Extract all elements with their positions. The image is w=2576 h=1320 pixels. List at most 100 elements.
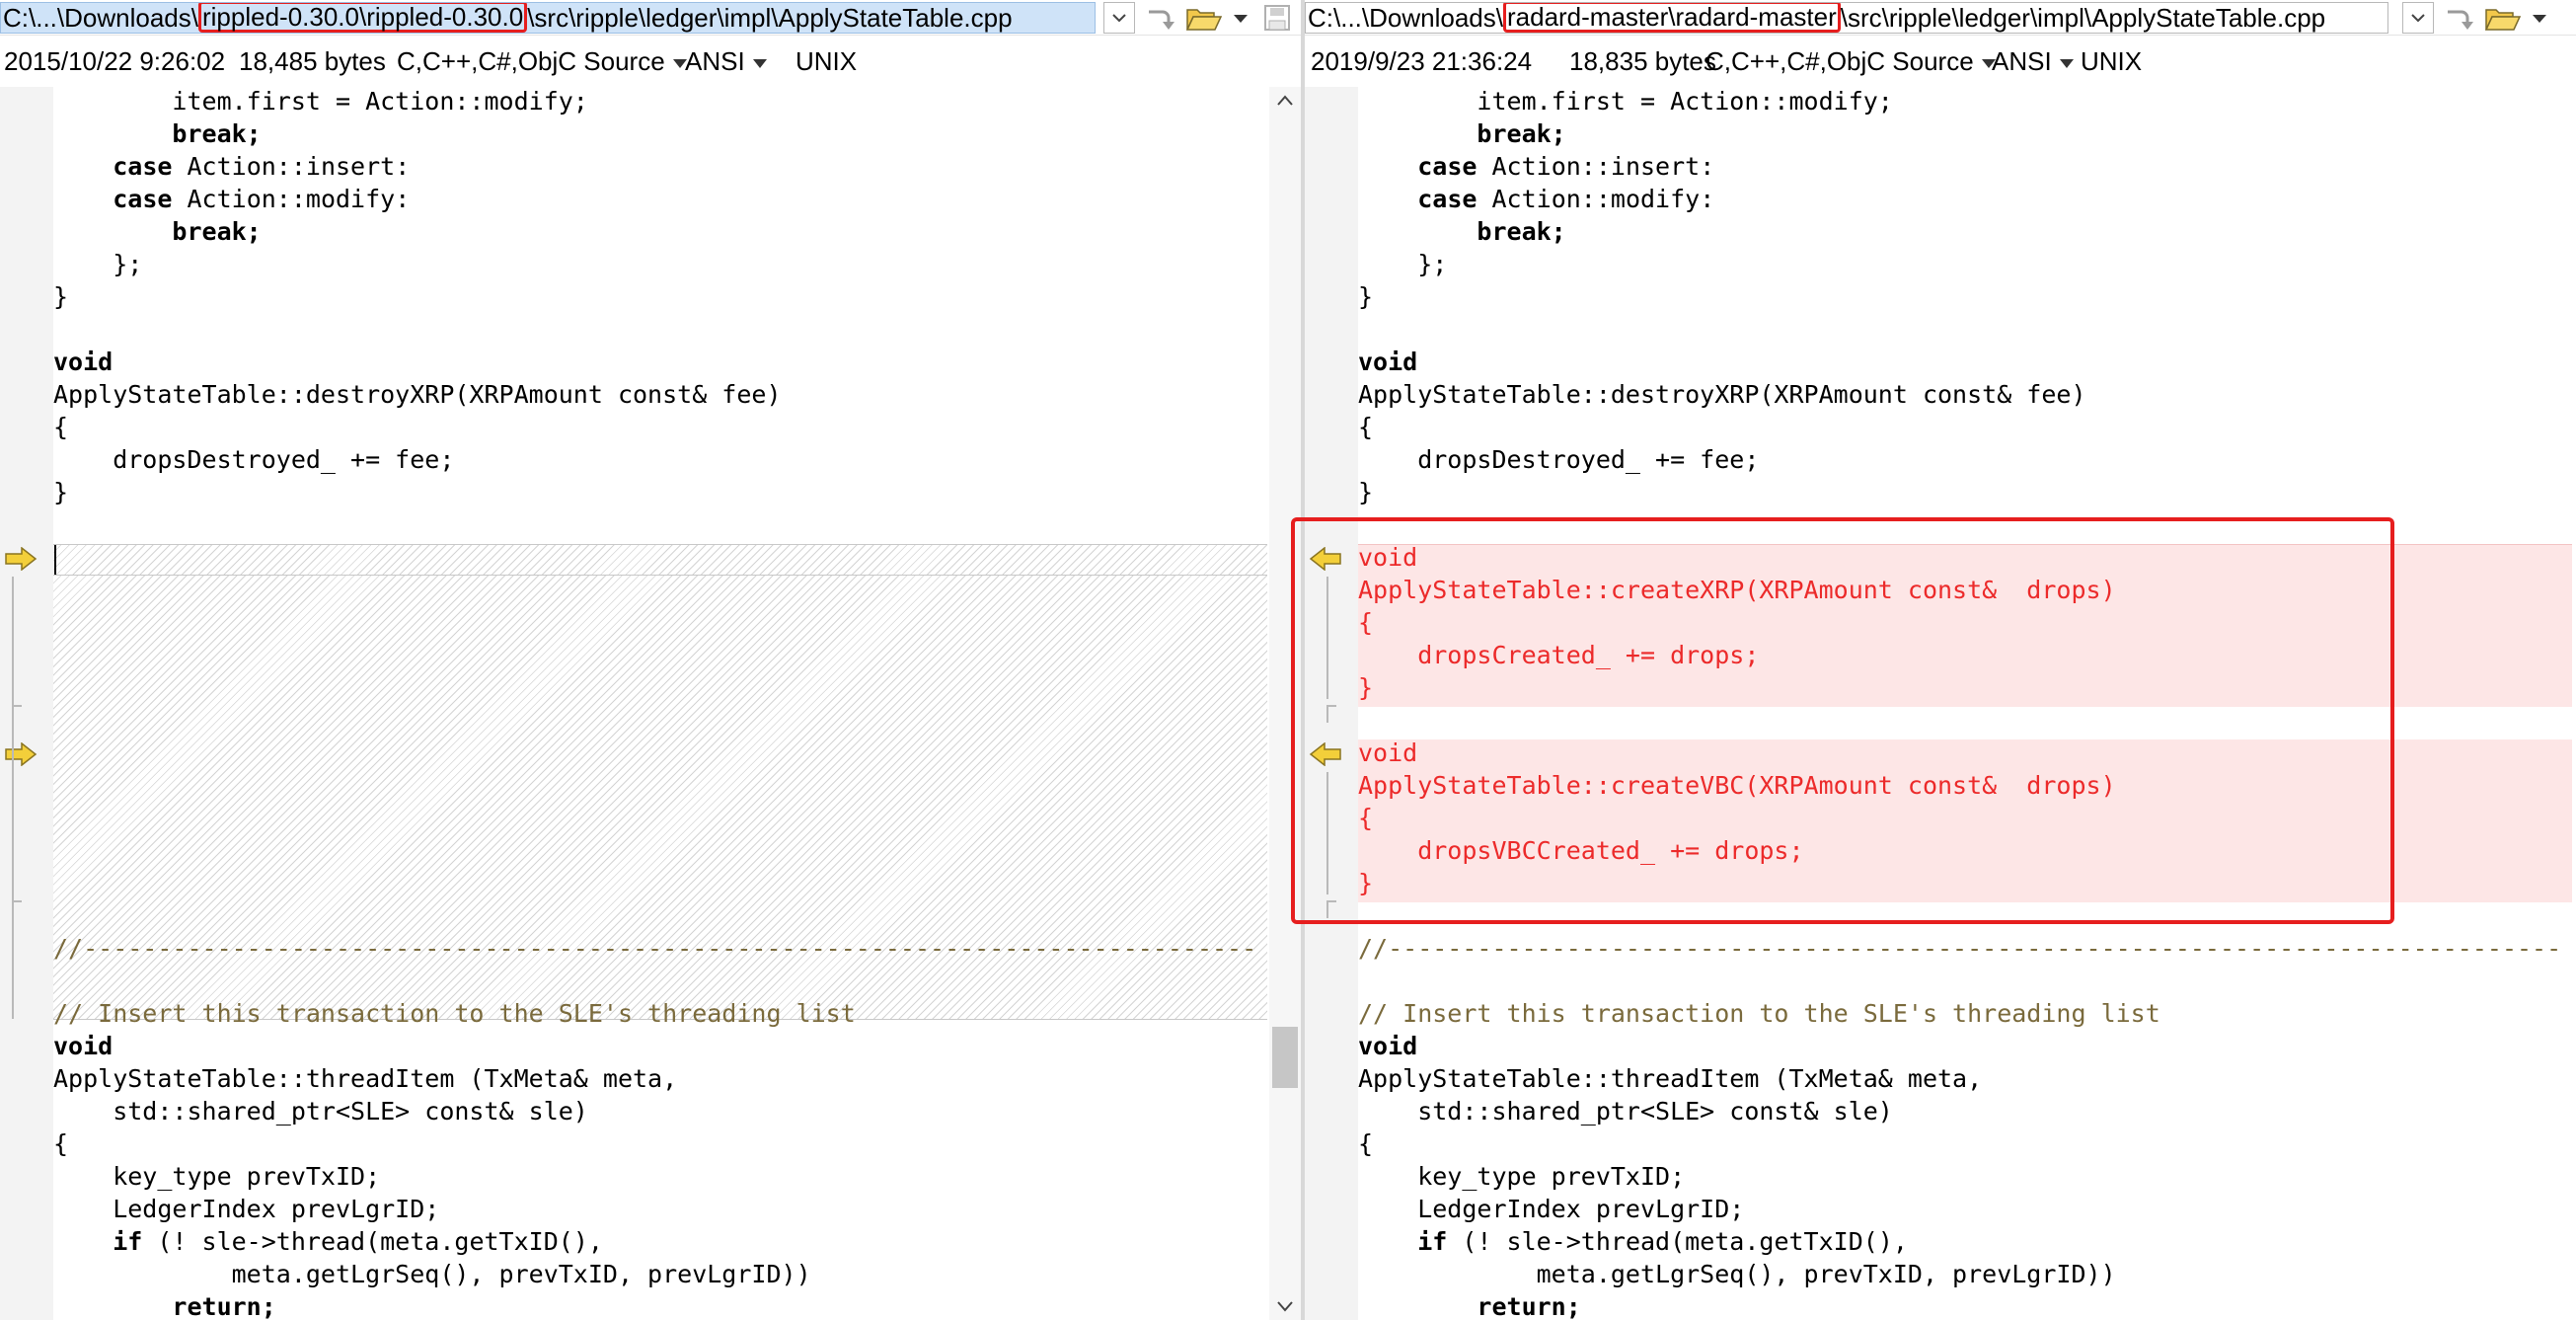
diff-block-bracket — [1326, 705, 1336, 723]
diff-block-bracket — [1326, 900, 1336, 918]
changed-code-line: } — [1358, 673, 1374, 702]
difference-arrow-icon[interactable] — [1309, 742, 1342, 766]
code-line: item.first = Action::modify; — [53, 87, 588, 116]
code-line: case Action::modify: — [1417, 185, 1715, 213]
left-encoding-selector[interactable]: ANSI — [685, 38, 767, 85]
difference-arrow-icon[interactable] — [1309, 547, 1342, 571]
diff-block-bracket — [12, 577, 22, 794]
right-gutter — [1305, 87, 1358, 1320]
right-path-highlight: radard-master\radard-master — [1502, 3, 1841, 33]
right-encoding-label: ANSI — [1992, 46, 2052, 76]
right-file-size: 18,835 bytes — [1569, 46, 1716, 76]
code-line: ApplyStateTable::threadItem (TxMeta& met… — [53, 1064, 678, 1093]
open-dropdown-arrow[interactable] — [1226, 2, 1255, 34]
code-line: meta.getLgrSeq(), prevTxID, prevLgrID)) — [1358, 1260, 2116, 1288]
code-line: { — [1358, 413, 1374, 441]
code-line: key_type prevTxID; — [1358, 1162, 1686, 1191]
diff-block-bracket — [1326, 577, 1336, 699]
difference-arrow-icon[interactable] — [4, 547, 38, 571]
left-gutter — [0, 87, 53, 1320]
left-path-prefix: C:\...\Downloads\ — [3, 3, 198, 33]
right-file-info-bar: 2019/9/23 21:36:24 18,835 bytes C,C++,C#… — [1305, 38, 2576, 85]
code-line: // Insert this transaction to the SLE's … — [1358, 999, 2160, 1028]
right-code-lines: item.first = Action::modify; break; case… — [1358, 87, 2572, 1320]
code-line: if (! sle->thread(meta.getTxID(), — [113, 1227, 603, 1256]
code-line: }; — [53, 250, 143, 278]
code-line: } — [1358, 282, 1374, 311]
left-encoding-label: ANSI — [685, 46, 745, 76]
right-path-prefix: C:\...\Downloads\ — [1308, 3, 1503, 33]
chevron-down-icon — [752, 58, 767, 68]
open-folder-icon[interactable] — [2483, 2, 2523, 34]
code-line: break; — [53, 119, 262, 148]
code-line: dropsDestroyed_ += fee; — [1358, 445, 1760, 474]
changed-code-line: { — [1358, 804, 1374, 832]
code-line: break; — [1358, 119, 1566, 148]
right-path-suffix: \src\ripple\ledger\impl\ApplyStateTable.… — [1840, 3, 2326, 33]
left-path-dropdown-button[interactable] — [1103, 2, 1135, 34]
open-dropdown-arrow[interactable] — [2525, 2, 2554, 34]
diff-block-bracket — [12, 705, 22, 723]
changed-code-line: { — [1358, 608, 1374, 637]
code-line: // Insert this transaction to the SLE's … — [53, 999, 856, 1028]
code-line: case Action::insert: — [1417, 152, 1715, 181]
code-line: }; — [1358, 250, 1448, 278]
code-line: ApplyStateTable::destroyXRP(XRPAmount co… — [1358, 380, 2086, 409]
right-language-selector[interactable]: C,C++,C#,ObjC Source — [1705, 38, 1996, 85]
code-line: ApplyStateTable::destroyXRP(XRPAmount co… — [53, 380, 782, 409]
left-file-size: 18,485 bytes — [239, 46, 386, 76]
left-file-info-bar: 2015/10/22 9:26:02 18,485 bytes C,C++,C#… — [0, 38, 1305, 85]
code-line: return; — [1358, 1292, 1581, 1320]
code-line: meta.getLgrSeq(), prevTxID, prevLgrID)) — [53, 1260, 811, 1288]
code-line: //--------------------------------------… — [53, 934, 1257, 963]
left-file-pane: C:\...\Downloads\ rippled-0.30.0\rippled-… — [0, 0, 1305, 1320]
left-path-bar: C:\...\Downloads\ rippled-0.30.0\rippled-… — [0, 0, 1305, 36]
changed-code-line: ApplyStateTable::createXRP(XRPAmount con… — [1358, 576, 2116, 604]
compare-window: C:\...\Downloads\ rippled-0.30.0\rippled-… — [0, 0, 2576, 1320]
changed-code-line: dropsVBCCreated_ += drops; — [1358, 836, 1804, 865]
code-line: //--------------------------------------… — [1358, 934, 2562, 963]
left-language-label: C,C++,C#,ObjC Source — [397, 46, 665, 76]
scroll-up-icon[interactable] — [1269, 87, 1301, 115]
code-line: LedgerIndex prevLgrID; — [53, 1195, 440, 1223]
right-encoding-selector[interactable]: ANSI — [1992, 38, 2074, 85]
code-line: item.first = Action::modify; — [1358, 87, 1893, 116]
chevron-down-icon — [2411, 14, 2425, 23]
right-path-dropdown-button[interactable] — [2402, 2, 2434, 34]
left-path-field[interactable]: C:\...\Downloads\ rippled-0.30.0\rippled-… — [0, 2, 1096, 34]
left-scroll-thumb[interactable] — [1272, 1027, 1298, 1088]
next-difference-icon[interactable] — [1141, 2, 1180, 34]
right-path-bar: C:\...\Downloads\ radard-master\radard-ma… — [1305, 0, 2576, 36]
changed-code-line: ApplyStateTable::createVBC(XRPAmount con… — [1358, 771, 2116, 800]
changed-code-line: } — [1358, 869, 1374, 897]
scroll-down-icon[interactable] — [1269, 1292, 1301, 1320]
code-line: case Action::modify: — [113, 185, 411, 213]
chevron-down-icon — [2059, 58, 2074, 68]
code-line: break; — [1358, 217, 1566, 246]
code-line: { — [53, 1129, 69, 1158]
left-path-suffix: \src\ripple\ledger\impl\ApplyStateTable.… — [527, 3, 1013, 33]
left-language-selector[interactable]: C,C++,C#,ObjC Source — [397, 38, 687, 85]
right-code-view[interactable]: item.first = Action::modify; break; case… — [1305, 87, 2576, 1320]
left-timestamp: 2015/10/22 9:26:02 — [4, 46, 226, 76]
code-line: void — [53, 348, 114, 376]
code-line: if (! sle->thread(meta.getTxID(), — [1417, 1227, 1908, 1256]
diff-block-bracket — [12, 900, 22, 918]
code-line: } — [53, 282, 69, 311]
left-code-view[interactable]: item.first = Action::modify; break; case… — [0, 87, 1269, 1320]
code-line: dropsDestroyed_ += fee; — [53, 445, 455, 474]
save-icon[interactable] — [1259, 2, 1299, 34]
left-vertical-scrollbar[interactable] — [1269, 87, 1301, 1320]
left-path-highlight: rippled-0.30.0\rippled-0.30.0 — [197, 3, 528, 33]
right-language-label: C,C++,C#,ObjC Source — [1705, 46, 1974, 76]
right-path-field[interactable]: C:\...\Downloads\ radard-master\radard-ma… — [1305, 2, 2388, 34]
right-timestamp: 2019/9/23 21:36:24 — [1311, 46, 1533, 76]
code-line: void — [53, 1032, 114, 1060]
code-line: void — [1358, 1032, 1418, 1060]
code-line: break; — [53, 217, 262, 246]
diff-block-bracket — [1326, 772, 1336, 894]
open-folder-icon[interactable] — [1184, 2, 1224, 34]
diff-block-bracket — [12, 772, 22, 1019]
code-line: void — [1358, 348, 1418, 376]
next-difference-icon[interactable] — [2440, 2, 2479, 34]
